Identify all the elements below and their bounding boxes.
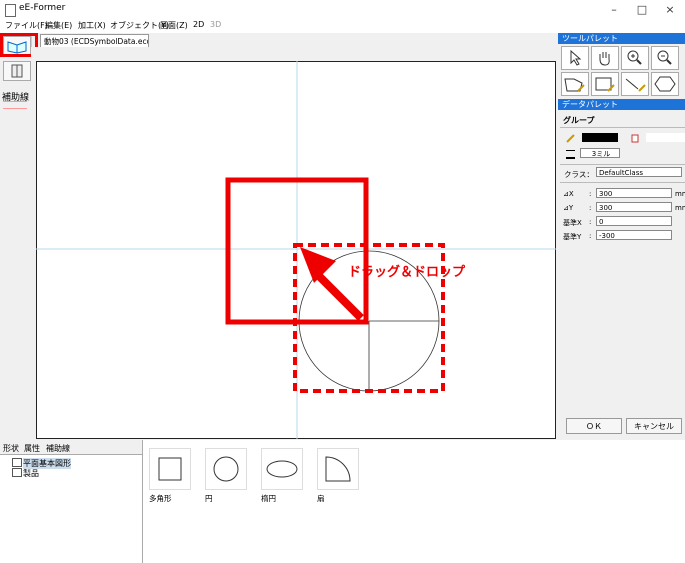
fill-color-swatch[interactable] xyxy=(646,133,685,142)
base-x-field[interactable]: 0 xyxy=(596,216,672,226)
dx-label: ⊿X xyxy=(563,190,574,198)
class-label: クラス： xyxy=(564,170,594,179)
pen-icon xyxy=(566,133,576,146)
line-pencil-icon xyxy=(625,78,646,92)
shape-item-polygon[interactable] xyxy=(149,448,191,490)
rect-pencil-icon xyxy=(595,77,615,92)
ellipse-shape-icon xyxy=(266,460,298,478)
divider xyxy=(560,182,685,183)
base-x-label: 基準X xyxy=(563,219,582,227)
data-palette xyxy=(558,110,685,440)
app-icon xyxy=(5,4,16,17)
hexagon-icon xyxy=(654,76,676,92)
rect-draw-button[interactable] xyxy=(591,72,619,96)
menu-edit[interactable]: 編集(E) xyxy=(45,20,72,31)
divider xyxy=(560,164,685,165)
shape-item-ellipse[interactable] xyxy=(261,448,303,490)
pan-tool-button[interactable] xyxy=(591,46,619,70)
divider xyxy=(560,127,685,128)
shape-label-circle: 円 xyxy=(205,494,213,503)
tool-palette-header: ツールパレット xyxy=(558,33,685,44)
cursor-arrow-icon xyxy=(570,49,582,66)
bottom-tab-bar xyxy=(0,440,142,455)
title-bar xyxy=(0,0,685,19)
tree-item-product[interactable]: 製品 xyxy=(23,468,39,479)
square-shape-icon xyxy=(158,457,182,481)
polygon-pencil-icon xyxy=(564,78,585,92)
dx-field[interactable]: 300 xyxy=(596,188,672,198)
dy-label: ⊿Y xyxy=(563,204,574,212)
menu-3d[interactable]: 3D xyxy=(210,20,221,29)
maximize-button[interactable]: □ xyxy=(628,0,656,19)
colon: : xyxy=(589,232,592,240)
zoom-in-button[interactable] xyxy=(621,46,649,70)
dy-unit: mm xyxy=(675,204,685,212)
colon: : xyxy=(589,204,592,212)
line-color-swatch[interactable] xyxy=(582,133,618,142)
class-select[interactable]: DefaultClass xyxy=(596,167,682,177)
shape-label-sector: 扇 xyxy=(317,494,325,503)
colon: : xyxy=(589,190,592,198)
shape-label-polygon: 多角形 xyxy=(149,494,172,503)
drag-arrow-head xyxy=(300,247,336,283)
colon: : xyxy=(589,218,592,226)
tab-shape[interactable]: 形状 xyxy=(3,443,19,454)
base-y-field[interactable]: -300 xyxy=(596,230,672,240)
line-draw-button[interactable] xyxy=(621,72,649,96)
close-button[interactable]: × xyxy=(656,0,684,19)
window-title: eE-Former xyxy=(19,3,66,13)
data-palette-header: データパレット xyxy=(558,99,685,110)
folder-icon xyxy=(12,458,22,467)
menu-process[interactable]: 加工(X) xyxy=(78,20,106,31)
shape-item-circle[interactable] xyxy=(205,448,247,490)
book-button[interactable] xyxy=(3,61,31,81)
tab-attribute[interactable]: 属性 xyxy=(24,443,40,454)
canvas-drawing xyxy=(36,61,556,439)
auxiliary-line-mark xyxy=(3,101,27,109)
zoom-out-button[interactable] xyxy=(651,46,679,70)
line-width-icon xyxy=(566,150,575,159)
shape-item-sector[interactable] xyxy=(317,448,359,490)
menu-2d[interactable]: 2D xyxy=(193,20,204,29)
line-width-field[interactable]: 3ミル xyxy=(580,148,620,158)
zoom-out-icon xyxy=(657,50,672,65)
sector-shape-icon xyxy=(325,456,351,482)
base-y-label: 基準Y xyxy=(563,233,582,241)
select-tool-button[interactable] xyxy=(561,46,589,70)
polygon-draw-button[interactable] xyxy=(561,72,589,96)
menu-file[interactable]: ファイル(F) xyxy=(5,20,48,31)
tab-auxiliary[interactable]: 補助線 xyxy=(46,443,70,454)
book-icon xyxy=(11,64,23,78)
document-tab[interactable]: 動物03 (ECDSymbolData.ecd) xyxy=(40,34,149,48)
circle-shape-icon xyxy=(213,456,239,482)
folder-icon xyxy=(12,468,22,477)
fill-bucket-icon xyxy=(630,133,640,146)
shape-label-ellipse: 楕円 xyxy=(261,494,276,503)
cancel-button[interactable]: キャンセル xyxy=(626,418,682,434)
menu-view[interactable]: 画面(Z) xyxy=(160,20,188,31)
dx-unit: mm xyxy=(675,190,685,198)
ok-button[interactable]: ＯＫ xyxy=(566,418,622,434)
drag-drop-annotation: ドラッグ＆ドロップ xyxy=(348,265,466,280)
zoom-in-icon xyxy=(627,50,642,65)
hand-icon xyxy=(599,52,610,66)
dy-field[interactable]: 300 xyxy=(596,202,672,212)
hexagon-draw-button[interactable] xyxy=(651,72,679,96)
minimize-button[interactable]: – xyxy=(600,0,628,19)
group-label: グループ xyxy=(563,116,595,125)
